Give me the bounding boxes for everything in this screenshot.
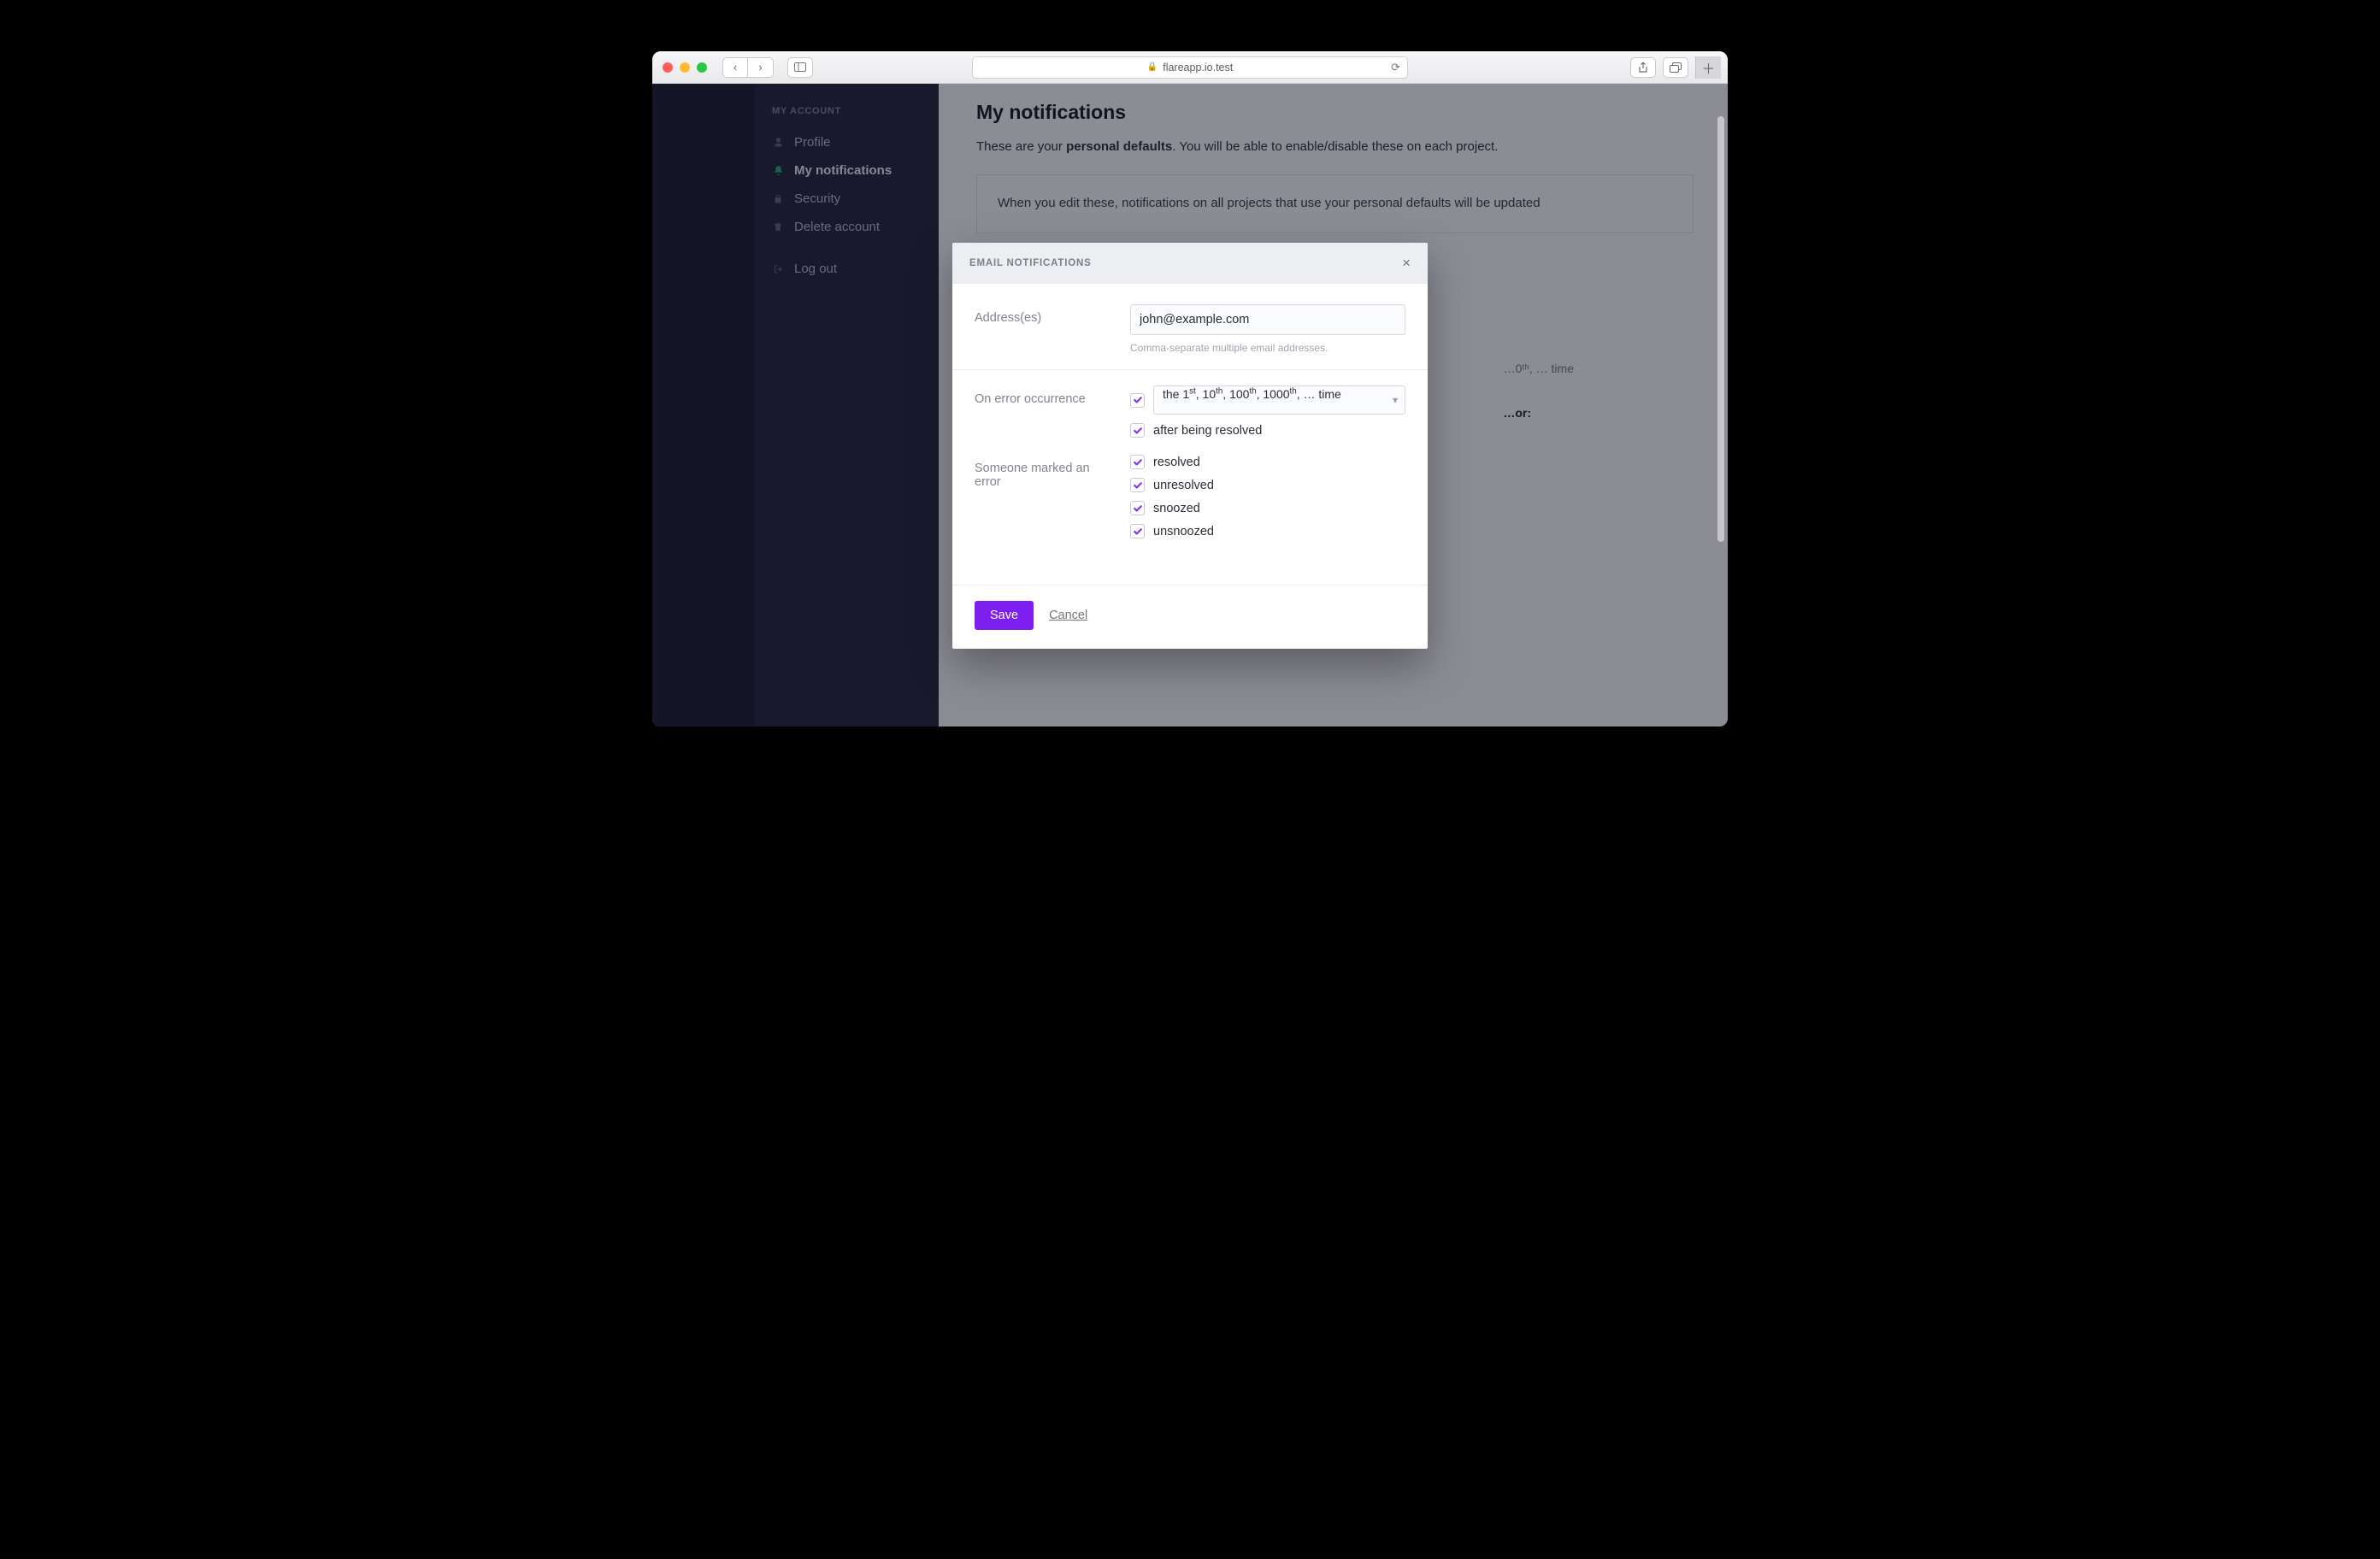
- after-resolved-checkbox[interactable]: [1130, 423, 1145, 438]
- divider: [952, 369, 1428, 370]
- share-button[interactable]: [1630, 57, 1656, 78]
- field-label: Someone marked an error: [975, 455, 1111, 489]
- traffic-lights: [663, 62, 707, 73]
- checkbox-label: unsnoozed: [1153, 525, 1214, 538]
- vertical-scrollbar[interactable]: [1716, 116, 1726, 725]
- window-minimize-button[interactable]: [680, 62, 690, 73]
- nav-buttons: ‹ ›: [722, 57, 774, 78]
- modal-body: Address(es) Comma-separate multiple emai…: [952, 284, 1428, 585]
- status-unresolved-checkbox[interactable]: [1130, 478, 1145, 492]
- field-helper: Comma-separate multiple email addresses.: [1130, 342, 1405, 354]
- window-zoom-button[interactable]: [697, 62, 707, 73]
- addresses-input[interactable]: [1130, 304, 1405, 335]
- reload-button[interactable]: ⟳: [1391, 61, 1400, 74]
- back-button[interactable]: ‹: [722, 57, 748, 78]
- status-resolved-checkbox[interactable]: [1130, 455, 1145, 469]
- select-value: the 1st, 10th, 100th, 1000th, … time: [1163, 387, 1341, 401]
- tabs-button[interactable]: [1663, 57, 1688, 78]
- status-snoozed-checkbox[interactable]: [1130, 501, 1145, 515]
- toolbar-right: ＋: [1630, 56, 1721, 79]
- form-row-addresses: Address(es) Comma-separate multiple emai…: [975, 304, 1405, 354]
- tabs-icon: [1670, 62, 1682, 73]
- save-button[interactable]: Save: [975, 601, 1034, 630]
- email-notifications-modal: EMAIL NOTIFICATIONS × Address(es) Comma-…: [952, 243, 1428, 649]
- modal-header: EMAIL NOTIFICATIONS ×: [952, 243, 1428, 284]
- url-host: flareapp.io.test: [1163, 62, 1233, 74]
- error-frequency-checkbox[interactable]: [1130, 393, 1145, 408]
- modal-title: EMAIL NOTIFICATIONS: [969, 258, 1092, 268]
- status-unsnoozed-checkbox[interactable]: [1130, 524, 1145, 538]
- field-label: On error occurrence: [975, 385, 1111, 406]
- forward-button[interactable]: ›: [748, 57, 774, 78]
- checkbox-label: resolved: [1153, 456, 1200, 469]
- browser-window: ‹ › 🔒 flareapp.io.test ⟳: [652, 51, 1728, 727]
- form-row-someone-marked: Someone marked an error resolved unresol…: [975, 455, 1405, 547]
- viewport: MY ACCOUNT Profile My notifications: [652, 84, 1728, 727]
- close-icon[interactable]: ×: [1402, 255, 1411, 272]
- chevron-down-icon: ▾: [1393, 394, 1398, 406]
- share-icon: [1638, 62, 1648, 74]
- modal-footer: Save Cancel: [952, 585, 1428, 649]
- new-tab-button[interactable]: ＋: [1695, 56, 1721, 79]
- form-row-on-error: On error occurrence the 1st, 10th, 100th…: [975, 385, 1405, 446]
- checkbox-label: after being resolved: [1153, 424, 1262, 438]
- window-close-button[interactable]: [663, 62, 673, 73]
- field-label: Address(es): [975, 304, 1111, 325]
- sidebar-toggle-button[interactable]: [787, 57, 813, 78]
- sidebar-icon: [794, 62, 806, 72]
- cancel-button[interactable]: Cancel: [1049, 609, 1087, 622]
- checkbox-label: snoozed: [1153, 502, 1200, 515]
- lock-icon: 🔒: [1147, 62, 1158, 72]
- url-bar[interactable]: 🔒 flareapp.io.test ⟳: [972, 56, 1408, 79]
- titlebar: ‹ › 🔒 flareapp.io.test ⟳: [652, 51, 1728, 84]
- error-frequency-select[interactable]: the 1st, 10th, 100th, 1000th, … time ▾: [1153, 385, 1405, 415]
- checkbox-label: unresolved: [1153, 479, 1214, 492]
